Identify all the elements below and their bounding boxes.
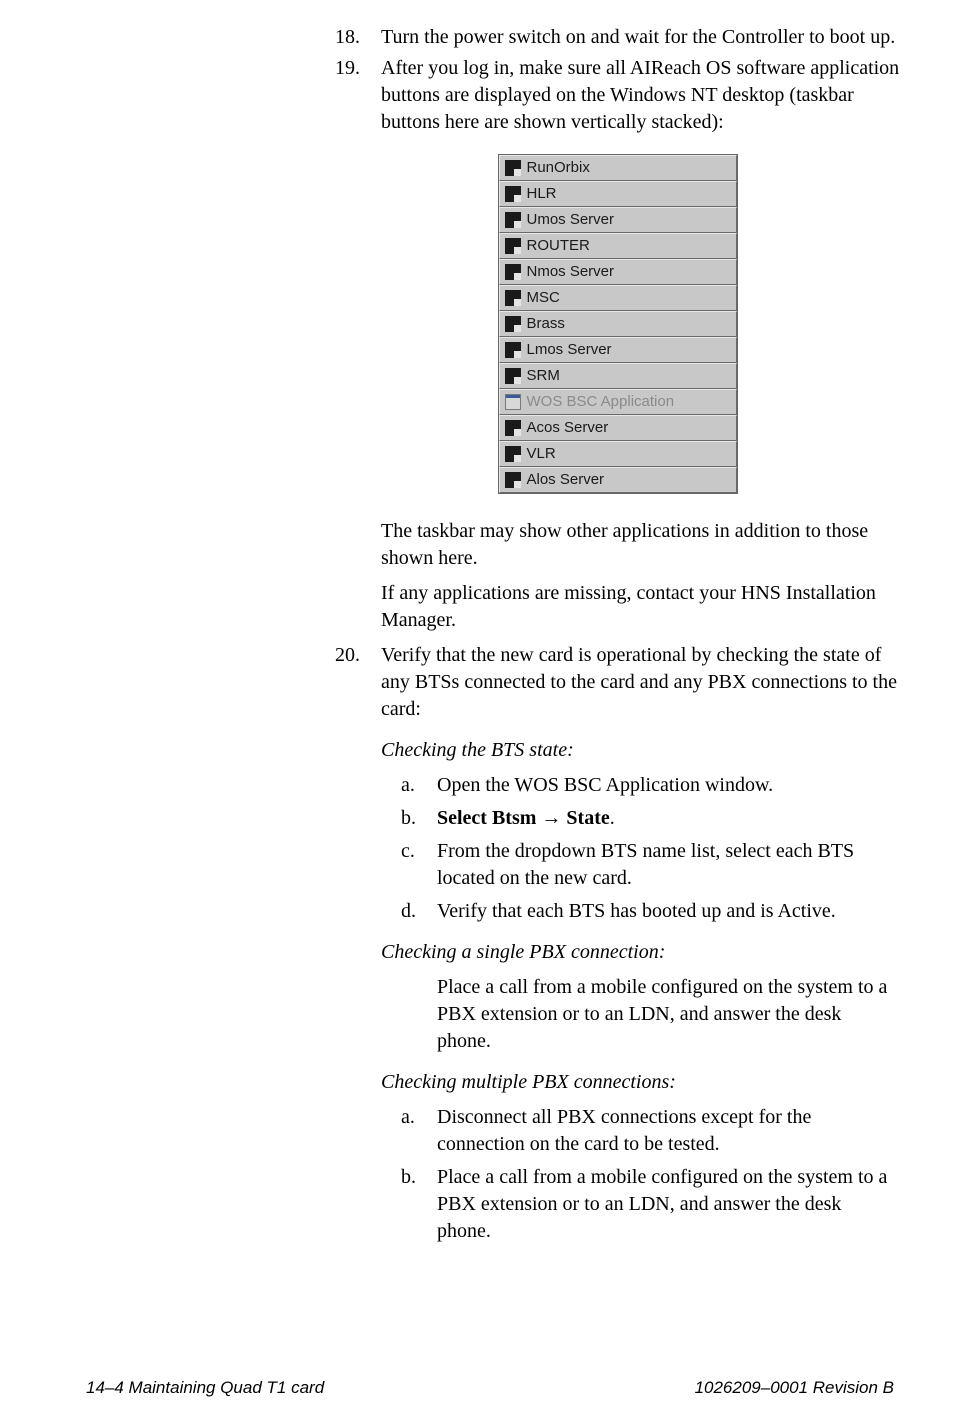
substep-b: b. Select Btsm → State. [401,805,900,832]
taskbar-button[interactable]: RunOrbix [499,155,737,181]
bts-substeps: a. Open the WOS BSC Application window. … [401,772,900,925]
step-18: 18. Turn the power switch on and wait fo… [335,24,900,51]
substep-text: From the dropdown BTS name list, select … [437,838,900,892]
taskbar-button-label: VLR [527,444,556,464]
substep-a: a. Disconnect all PBX connections except… [401,1104,900,1158]
page-content: 18. Turn the power switch on and wait fo… [335,24,900,1251]
step-19-note: The taskbar may show other applications … [381,518,900,572]
menu-path-pre: Select Btsm [437,807,541,829]
taskbar-button-label: RunOrbix [527,158,590,178]
taskbar-button-label: MSC [527,288,560,308]
period: . [610,807,615,829]
substep-letter: d. [401,898,437,925]
taskbar: RunOrbix HLR Umos Server ROUTER Nmos Server M… [498,154,738,494]
step-number: 19. [335,55,381,136]
terminal-icon [505,186,521,202]
taskbar-button[interactable]: HLR [499,181,737,207]
terminal-icon [505,264,521,280]
step-19-note: If any applications are missing, contact… [381,580,900,634]
taskbar-button-label: HLR [527,184,557,204]
footer-left: 14–4 Maintaining Quad T1 card [86,1377,324,1400]
taskbar-button-label: Nmos Server [527,262,615,282]
taskbar-button-label: Acos Server [527,418,609,438]
step-text: Verify that the new card is operational … [381,642,900,723]
step-19: 19. After you log in, make sure all AIRe… [335,55,900,136]
taskbar-button[interactable]: Alos Server [499,467,737,493]
substep-text: Open the WOS BSC Application window. [437,772,900,799]
substep-c: c. From the dropdown BTS name list, sele… [401,838,900,892]
terminal-icon [505,290,521,306]
page-footer: 14–4 Maintaining Quad T1 card 1026209–00… [86,1377,894,1400]
taskbar-button[interactable]: Brass [499,311,737,337]
substep-letter: b. [401,1164,437,1245]
terminal-icon [505,446,521,462]
taskbar-button[interactable]: Umos Server [499,207,737,233]
substep-letter: c. [401,838,437,892]
arrow-icon: → [541,807,561,829]
terminal-icon [505,160,521,176]
multi-pbx-heading: Checking multiple PBX connections: [381,1069,900,1096]
taskbar-button[interactable]: SRM [499,363,737,389]
substep-text: Place a call from a mobile configured on… [437,1164,900,1245]
step-number: 20. [335,642,381,723]
substep-a: a. Open the WOS BSC Application window. [401,772,900,799]
taskbar-button[interactable]: Lmos Server [499,337,737,363]
substep-letter: b. [401,805,437,832]
taskbar-figure: RunOrbix HLR Umos Server ROUTER Nmos Server M… [335,154,900,494]
step-text: After you log in, make sure all AIReach … [381,55,900,136]
substep-d: d. Verify that each BTS has booted up an… [401,898,900,925]
multi-pbx-substeps: a. Disconnect all PBX connections except… [401,1104,900,1245]
taskbar-button[interactable]: WOS BSC Application [499,389,737,415]
footer-right: 1026209–0001 Revision B [695,1377,894,1400]
terminal-icon [505,342,521,358]
taskbar-button-label: WOS BSC Application [527,392,675,412]
step-text: Turn the power switch on and wait for th… [381,24,900,51]
terminal-icon [505,420,521,436]
taskbar-button-label: Lmos Server [527,340,612,360]
substep-letter: a. [401,1104,437,1158]
taskbar-button-label: Brass [527,314,565,334]
taskbar-button[interactable]: ROUTER [499,233,737,259]
taskbar-button-label: ROUTER [527,236,590,256]
single-pbx-heading: Checking a single PBX connection: [381,939,900,966]
taskbar-button-label: Umos Server [527,210,615,230]
taskbar-button-label: SRM [527,366,560,386]
substep-text: Verify that each BTS has booted up and i… [437,898,900,925]
menu-path-post: State [561,807,609,829]
terminal-icon [505,316,521,332]
substep-text: Disconnect all PBX connections except fo… [437,1104,900,1158]
substep-text: Select Btsm → State. [437,805,900,832]
single-pbx-text: Place a call from a mobile configured on… [437,974,900,1055]
taskbar-button-label: Alos Server [527,470,605,490]
terminal-icon [505,238,521,254]
step-20: 20. Verify that the new card is operatio… [335,642,900,723]
bts-heading: Checking the BTS state: [381,737,900,764]
step-number: 18. [335,24,381,51]
window-icon [505,394,521,410]
taskbar-button[interactable]: Acos Server [499,415,737,441]
taskbar-button[interactable]: MSC [499,285,737,311]
taskbar-button[interactable]: Nmos Server [499,259,737,285]
terminal-icon [505,472,521,488]
terminal-icon [505,212,521,228]
terminal-icon [505,368,521,384]
substep-letter: a. [401,772,437,799]
taskbar-button[interactable]: VLR [499,441,737,467]
substep-b: b. Place a call from a mobile configured… [401,1164,900,1245]
